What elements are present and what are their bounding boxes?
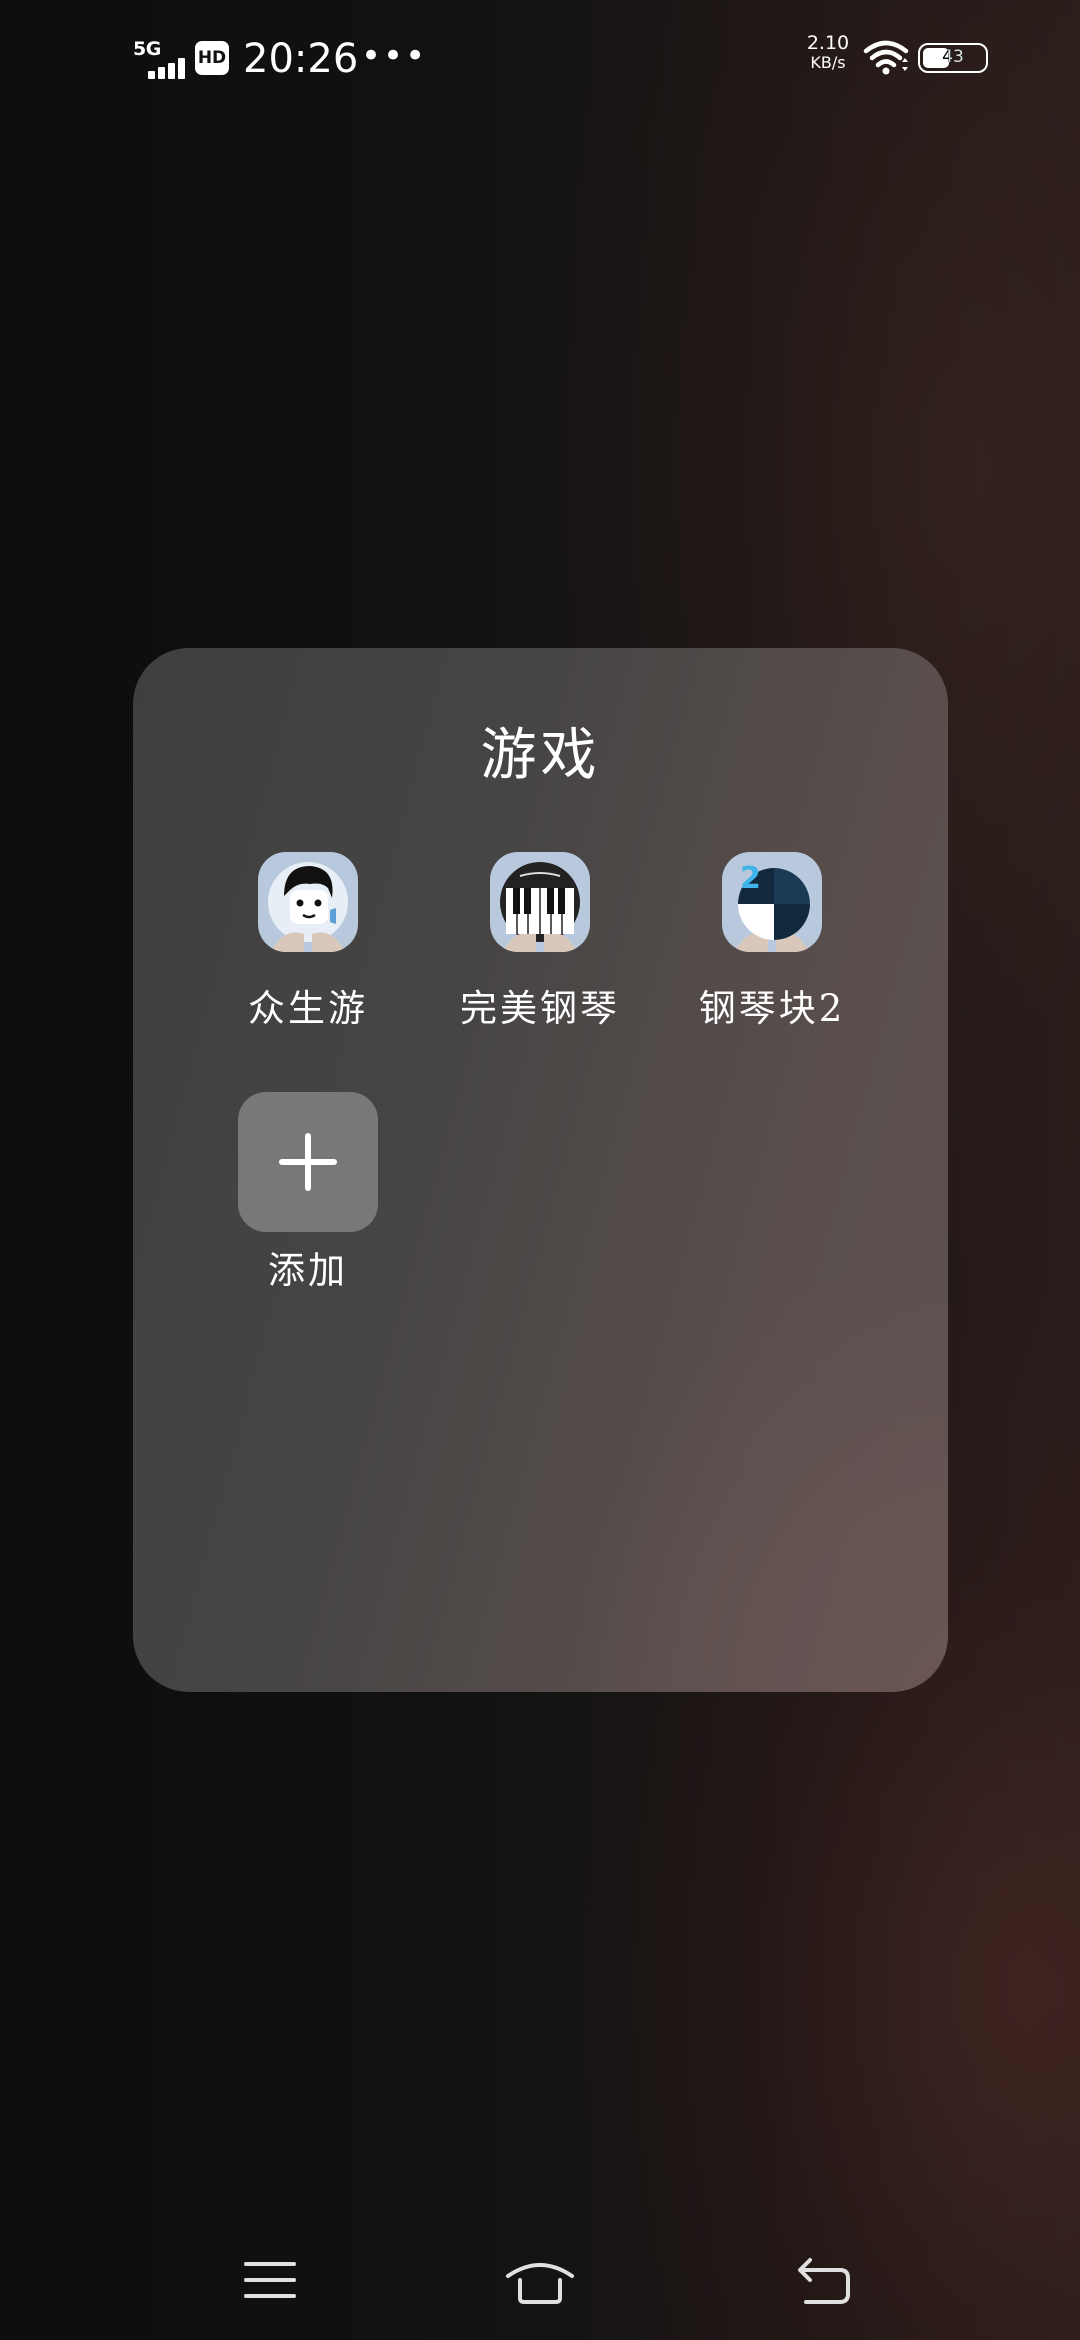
navigation-bar bbox=[0, 2220, 1080, 2340]
status-right: 2.10 KB/s 43 bbox=[800, 34, 1020, 84]
network-speed: 2.10 KB/s bbox=[800, 32, 856, 73]
app-label: 众生游 bbox=[248, 987, 368, 1030]
add-label: 添加 bbox=[268, 1249, 348, 1292]
home-icon[interactable] bbox=[500, 2250, 580, 2310]
app-label: 完美钢琴 bbox=[460, 987, 620, 1030]
app-zhongshengyou[interactable]: 众生游 bbox=[193, 852, 423, 1032]
plus-icon[interactable] bbox=[238, 1092, 378, 1232]
folder-title[interactable]: 游戏 bbox=[133, 710, 948, 791]
zhongshengyou-app-icon[interactable] bbox=[258, 852, 358, 952]
menu-icon[interactable] bbox=[230, 2250, 310, 2310]
clock: 20:26 bbox=[243, 36, 359, 82]
status-bar: 5G HD 20:26 ••• 2.10 KB/s 43 bbox=[0, 0, 1080, 120]
network-speed-value: 2.10 bbox=[806, 32, 850, 54]
app-perfect-piano[interactable]: 完美钢琴 bbox=[425, 852, 655, 1032]
hd-voice-icon: HD bbox=[195, 41, 229, 75]
perfect-piano-app-icon[interactable] bbox=[490, 852, 590, 952]
battery-percent: 43 bbox=[942, 47, 964, 67]
battery-icon: 43 bbox=[918, 43, 988, 73]
network-speed-unit: KB/s bbox=[810, 53, 846, 72]
signal-strength-icon bbox=[148, 57, 194, 79]
app-label: 钢琴块2 bbox=[698, 987, 846, 1030]
wifi-icon bbox=[863, 40, 909, 75]
more-notifications-icon: ••• bbox=[361, 36, 428, 76]
app-folder: 游戏 众生游 完美钢琴 2 钢琴块2 添加 bbox=[133, 648, 948, 1692]
app-piano-tiles-2[interactable]: 2 钢琴块2 bbox=[657, 852, 887, 1032]
back-icon[interactable] bbox=[784, 2250, 864, 2310]
svg-text:2: 2 bbox=[740, 861, 761, 896]
add-app-button[interactable]: 添加 bbox=[193, 1092, 423, 1294]
piano-tiles-2-app-icon[interactable]: 2 bbox=[722, 852, 822, 952]
